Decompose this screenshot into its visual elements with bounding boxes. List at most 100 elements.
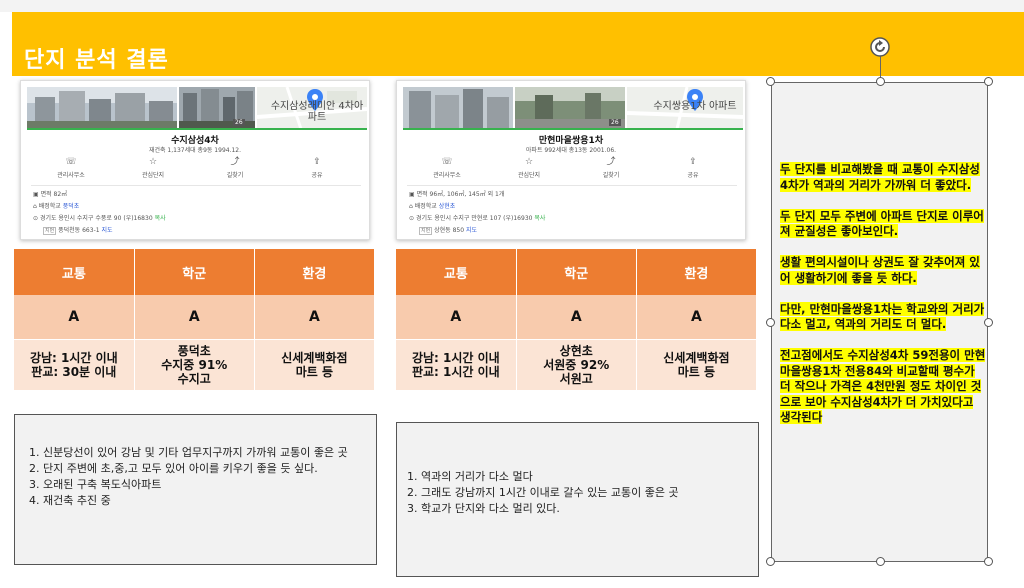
list-item: 단지 주변에 초,중,고 모두 있어 아이를 키우기 좋을 듯 싶다. xyxy=(43,461,369,477)
detail-school: 풍덕초 수지중 91% 수지고 xyxy=(134,339,255,391)
photo-strip: 수지쌍용1차 아파트 26 xyxy=(403,87,743,129)
location-icon: ⊙ xyxy=(409,215,416,222)
map-link[interactable]: 지도 xyxy=(101,227,112,234)
apartment-photo xyxy=(403,87,513,129)
notes-list-1: 신분당선이 있어 강남 및 기타 업무지구까지 가까워 교통이 좋은 곳 단지 … xyxy=(43,445,369,509)
resize-handle-top-right[interactable] xyxy=(984,77,993,86)
area-info: ▣ 면적 82㎡ xyxy=(33,191,68,198)
action-bar: ☏ 관리사무소 ☆ 관심단지 ⤴ 길찾기 ⇪ 공유 xyxy=(31,157,361,183)
divider xyxy=(27,128,367,130)
copy-button[interactable]: 복사 xyxy=(155,215,166,222)
office-button[interactable]: ☏ 관리사무소 xyxy=(407,157,487,179)
school-link[interactable]: 상현초 xyxy=(439,203,456,210)
conclusion-text: 두 단지를 비교해봤을 때 교통이 수지삼성4차가 역과의 거리가 가까워 더 … xyxy=(780,162,986,441)
header-school: 학군 xyxy=(516,249,637,295)
table-header-row: 교통 학군 환경 xyxy=(14,249,376,295)
favorite-button[interactable]: ☆ 관심단지 xyxy=(489,157,569,179)
grade-school: A xyxy=(134,295,255,340)
location-icon: ⊙ xyxy=(33,215,40,222)
phone-icon: ☏ xyxy=(65,157,77,167)
favorite-button[interactable]: ☆ 관심단지 xyxy=(113,157,193,179)
complex-summary: 재건축 1,137세대 총9동 1994.12. xyxy=(148,147,242,154)
share-icon: ⇪ xyxy=(689,157,697,167)
grade-row: A A A xyxy=(14,295,376,340)
slide-title: 단지 분석 결론 xyxy=(24,48,169,73)
complex-card-2[interactable]: 수지쌍용1차 아파트 26 만현마을쌍용1차 아파트 992세대 총13동 20… xyxy=(396,80,746,240)
list-item: 학교가 단지와 다소 멀리 있다. xyxy=(421,501,751,517)
notes-box-2[interactable]: 역과의 거리가 다소 멀다 그래도 강남까지 1시간 이내로 갈수 있는 교통이… xyxy=(396,422,759,577)
directions-icon: ⤴ xyxy=(230,157,240,167)
resize-handle-top[interactable] xyxy=(876,77,885,86)
list-item: 재건축 추진 중 xyxy=(43,493,369,509)
school-info: ⌂ 배정학교 풍덕초 xyxy=(33,203,80,210)
grade-row: A A A xyxy=(396,295,758,340)
notes-box-1[interactable]: 신분당선이 있어 강남 및 기타 업무지구까지 가까워 교통이 좋은 곳 단지 … xyxy=(14,414,377,565)
directions-button[interactable]: ⤴ 길찾기 xyxy=(571,157,651,179)
list-item: 신분당선이 있어 강남 및 기타 업무지구까지 가까워 교통이 좋은 곳 xyxy=(43,445,369,461)
notes-list-2: 역과의 거리가 다소 멀다 그래도 강남까지 1시간 이내로 갈수 있는 교통이… xyxy=(421,469,751,517)
photo-count: 26 xyxy=(233,119,245,126)
detail-school: 상현초 서원중 92% 서원고 xyxy=(516,339,637,391)
photo-count: 26 xyxy=(609,119,621,126)
directions-icon: ⤴ xyxy=(606,157,616,167)
header-environment: 환경 xyxy=(254,249,376,295)
list-item: 오래된 구축 복도식아파트 xyxy=(43,477,369,493)
grade-environment: A xyxy=(636,295,758,340)
conclusion-paragraph: 다만, 만현마을쌍용1차는 학교와의 거리가 다소 멀고, 역과의 거리도 더 … xyxy=(780,301,985,331)
divider xyxy=(407,185,737,186)
conclusion-paragraph: 전고점에서도 수지삼성4차 59전용이 만현마을쌍용1차 전용84와 비교할때 … xyxy=(780,348,986,424)
resize-handle-bottom[interactable] xyxy=(876,557,885,566)
header-school: 학군 xyxy=(134,249,255,295)
header-transport: 교통 xyxy=(14,249,135,295)
lot-info: 지번 풍덕천동 663-1 지도 xyxy=(43,227,113,235)
complex-card-1[interactable]: 수지삼성래미안 4차아파트 26 수지삼성4차 재건축 1,137세대 총9동 … xyxy=(20,80,370,240)
share-button[interactable]: ⇪ 공유 xyxy=(277,157,357,179)
divider xyxy=(403,128,743,130)
resize-handle-bottom-left[interactable] xyxy=(766,557,775,566)
share-button[interactable]: ⇪ 공유 xyxy=(653,157,733,179)
divider xyxy=(31,185,361,186)
area-info: ▣ 면적 96㎡, 106㎡, 145㎡ 외 1개 xyxy=(409,191,505,198)
detail-row: 강남: 1시간 이내 판교: 30분 이내 풍덕초 수지중 91% 수지고 신세… xyxy=(14,339,376,391)
resize-handle-left[interactable] xyxy=(766,318,775,327)
map-label: 수지삼성래미안 4차아파트 xyxy=(270,101,364,123)
office-button[interactable]: ☏ 관리사무소 xyxy=(31,157,111,179)
header-environment: 환경 xyxy=(636,249,758,295)
map-link[interactable]: 지도 xyxy=(466,227,477,234)
header-transport: 교통 xyxy=(396,249,517,295)
conclusion-paragraph: 생활 편의시설이나 상권도 잘 갖추어져 있어 생활하기에 좋을 듯 하다. xyxy=(780,255,980,285)
rating-table-1: 교통 학군 환경 A A A 강남: 1시간 이내 판교: 30분 이내 풍덕초… xyxy=(14,249,376,391)
grade-transport: A xyxy=(14,295,135,340)
detail-environment: 신세계백화점 마트 등 xyxy=(636,339,758,391)
detail-transport: 강남: 1시간 이내 판교: 1시간 이내 xyxy=(396,339,517,391)
area-icon: ▣ xyxy=(33,191,41,198)
rotate-connector xyxy=(880,56,881,78)
map-label: 수지쌍용1차 아파트 xyxy=(653,101,737,112)
list-item: 역과의 거리가 다소 멀다 xyxy=(421,469,751,485)
detail-row: 강남: 1시간 이내 판교: 1시간 이내 상현초 서원중 92% 서원고 신세… xyxy=(396,339,758,391)
star-icon: ☆ xyxy=(524,157,534,167)
complex-summary: 아파트 992세대 총13동 2001.06. xyxy=(525,147,617,154)
star-icon: ☆ xyxy=(148,157,158,167)
lot-info: 지번 상현동 850 지도 xyxy=(419,227,478,235)
rotate-handle-icon[interactable] xyxy=(870,37,890,57)
list-item: 그래도 강남까지 1시간 이내로 갈수 있는 교통이 좋은 곳 xyxy=(421,485,751,501)
grade-environment: A xyxy=(254,295,376,340)
detail-transport: 강남: 1시간 이내 판교: 30분 이내 xyxy=(14,339,135,391)
resize-handle-top-left[interactable] xyxy=(766,77,775,86)
area-icon: ▣ xyxy=(409,191,417,198)
address-info: ⊙ 경기도 용인시 수지구 만현로 107 (우)16930 복사 xyxy=(409,215,546,222)
grade-school: A xyxy=(516,295,637,340)
address-info: ⊙ 경기도 용인시 수지구 수풍로 90 (우)16830 복사 xyxy=(33,215,166,222)
directions-button[interactable]: ⤴ 길찾기 xyxy=(195,157,275,179)
resize-handle-bottom-right[interactable] xyxy=(984,557,993,566)
grade-transport: A xyxy=(396,295,517,340)
apartment-photo xyxy=(27,87,177,129)
school-link[interactable]: 풍덕초 xyxy=(63,203,80,210)
table-header-row: 교통 학군 환경 xyxy=(396,249,758,295)
conclusion-paragraph: 두 단지를 비교해봤을 때 교통이 수지삼성4차가 역과의 거리가 가까워 더 … xyxy=(780,162,980,192)
copy-button[interactable]: 복사 xyxy=(534,215,545,222)
detail-environment: 신세계백화점 마트 등 xyxy=(254,339,376,391)
photo-strip: 수지삼성래미안 4차아파트 26 xyxy=(27,87,367,129)
top-strip xyxy=(0,0,1024,12)
